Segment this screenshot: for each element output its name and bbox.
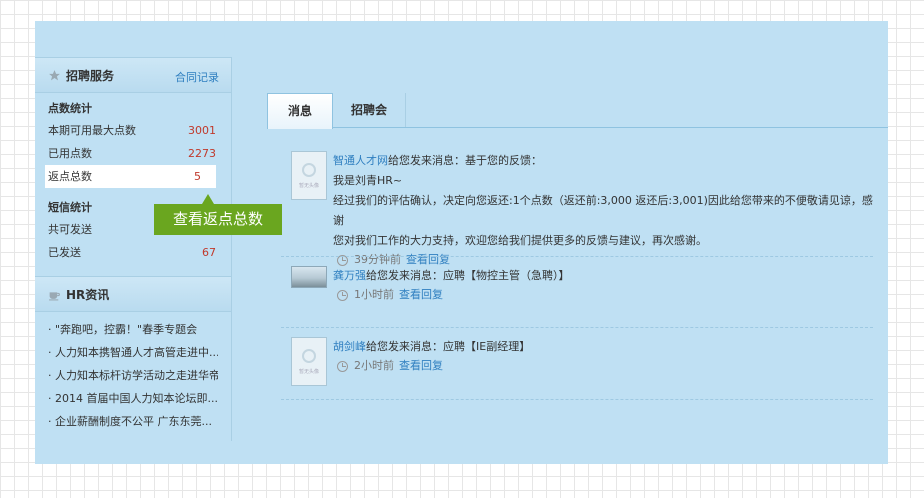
sender-link[interactable]: 智通人才网 xyxy=(333,154,388,167)
stat-label: 共可发送 xyxy=(48,223,92,236)
news-item[interactable]: · 人力知本标杆访学活动之走进华帝 xyxy=(35,364,218,387)
avatar xyxy=(291,266,327,288)
avatar-placeholder-icon xyxy=(302,348,316,363)
avatar: 暂无头像 xyxy=(291,337,327,386)
recruit-section-title: 招聘服务 xyxy=(66,68,115,83)
stat-row-sms-sent: 已发送 67 xyxy=(35,241,231,264)
stat-value: 3001 xyxy=(188,124,216,137)
star-icon xyxy=(47,68,61,82)
contract-records-link[interactable]: 合同记录 xyxy=(175,69,219,85)
stat-row-rebate-total[interactable]: 返点总数 5 xyxy=(45,165,216,188)
view-reply-link[interactable]: 查看回复 xyxy=(399,356,443,376)
news-item[interactable]: · 2014 首届中国人力知本论坛即... xyxy=(35,387,218,410)
divider xyxy=(281,256,873,257)
clock-icon xyxy=(337,360,348,372)
sidebar: 招聘服务 合同记录 点数统计 本期可用最大点数 3001 已用点数 2273 返… xyxy=(35,57,232,441)
message-subject: 给您发来消息：基于您的反馈： xyxy=(388,154,542,167)
news-item[interactable]: · "奔跑吧，控霸！"春季专题会 xyxy=(35,318,218,341)
message-time: 1小时前 xyxy=(354,288,394,301)
message-subject: 给您发来消息：应聘【物控主管（急聘）】 xyxy=(366,269,570,282)
message-line: 经过我们的评估确认，决定向您返还:1个点数（返还前:3,000 返还后:3,00… xyxy=(333,194,873,227)
recruit-section-header: 招聘服务 合同记录 xyxy=(35,57,231,93)
rebate-tooltip: 查看返点总数 xyxy=(154,204,282,235)
view-reply-link[interactable]: 查看回复 xyxy=(399,285,443,305)
divider xyxy=(281,399,873,400)
stat-value: 5 xyxy=(194,170,201,183)
tab-messages[interactable]: 消息 xyxy=(267,93,333,129)
points-group-title: 点数统计 xyxy=(48,102,92,115)
message-line: 我是刘青HR~ xyxy=(333,174,403,187)
sender-link[interactable]: 龚万强 xyxy=(333,269,366,282)
message-line: 您对我们工作的大力支持，欢迎您给我们提供更多的反馈与建议，再次感谢。 xyxy=(333,234,707,247)
avatar-placeholder-icon xyxy=(302,162,316,177)
stat-label: 返点总数 xyxy=(48,170,92,183)
tooltip-arrow xyxy=(202,194,214,204)
stat-value: 67 xyxy=(202,246,216,259)
hr-news-title: HR资讯 xyxy=(66,287,110,302)
stat-label: 已发送 xyxy=(48,246,81,259)
message-time: 2小时前 xyxy=(354,359,394,372)
stat-row-used-points: 已用点数 2273 xyxy=(35,142,231,165)
sender-link[interactable]: 胡剑峰 xyxy=(333,340,366,353)
tab-bar: 消息 招聘会 xyxy=(267,93,888,129)
news-item[interactable]: · 企业薪酬制度不公平 广东东莞... xyxy=(35,410,218,433)
hr-news-list: · "奔跑吧，控霸！"春季专题会 · 人力知本携智通人才高管走进中... · 人… xyxy=(35,312,231,433)
tab-job-fair[interactable]: 招聘会 xyxy=(333,93,406,127)
main-panel: 招聘服务 合同记录 点数统计 本期可用最大点数 3001 已用点数 2273 返… xyxy=(35,21,888,464)
stat-value: 2273 xyxy=(188,147,216,160)
news-item[interactable]: · 人力知本携智通人才高管走进中... xyxy=(35,341,218,364)
stat-label: 已用点数 xyxy=(48,147,92,160)
coffee-cup-icon xyxy=(47,287,61,301)
message-subject: 给您发来消息：应聘【IE副经理】 xyxy=(366,340,531,353)
stat-label: 本期可用最大点数 xyxy=(48,124,136,137)
hr-news-section-header: HR资讯 xyxy=(35,276,231,312)
clock-icon xyxy=(337,289,348,301)
divider xyxy=(281,327,873,328)
avatar: 暂无头像 xyxy=(291,151,327,200)
stat-row-max-points: 本期可用最大点数 3001 xyxy=(35,119,231,142)
